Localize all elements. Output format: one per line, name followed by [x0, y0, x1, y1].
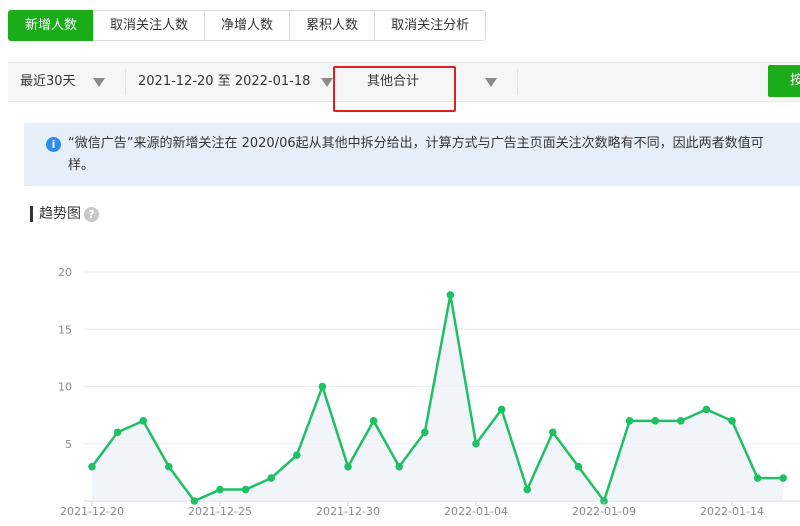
data-point [523, 485, 531, 494]
data-point [241, 485, 250, 494]
data-point [472, 439, 480, 448]
data-point [113, 428, 122, 437]
notice-text: “微信广告”来源的新增关注在 2020/06起从其他中拆分给出，计算方式与广告主… [68, 133, 800, 177]
action-button[interactable]: 按 [768, 65, 800, 97]
data-point [677, 417, 685, 425]
data-point [344, 462, 352, 471]
notice-banner: i “微信广告”来源的新增关注在 2020/06起从其他中拆分给出，计算方式与广… [24, 123, 800, 186]
divider [125, 69, 126, 95]
x-tick-label: 2022-01-14 [700, 505, 764, 518]
caret-down-icon[interactable] [321, 78, 333, 87]
data-point [702, 405, 711, 414]
tab-net-growth[interactable]: 净增人数 [204, 10, 291, 41]
notice-line-1: “微信广告”来源的新增关注在 2020/06起从其他中拆分给出，计算方式与广告主… [68, 136, 764, 151]
data-point [267, 474, 276, 482]
notice-line-2: 样。 [68, 158, 95, 173]
tab-new-followers[interactable]: 新增人数 [8, 10, 95, 41]
data-point [779, 474, 787, 482]
tab-unfollow-analysis[interactable]: 取消关注分析 [374, 10, 487, 41]
y-tick-label: 20 [58, 266, 72, 279]
y-tick-label: 10 [58, 381, 72, 394]
x-tick-label: 2021-12-20 [60, 505, 124, 518]
caret-down-icon[interactable] [485, 78, 497, 87]
date-range-picker[interactable]: 2021-12-20 至 2022-01-18 [138, 63, 310, 101]
x-tick-label: 2022-01-04 [444, 505, 508, 518]
data-point [497, 405, 506, 414]
data-point [728, 417, 736, 425]
x-tick-label: 2022-01-09 [572, 505, 636, 518]
y-tick-label: 5 [65, 438, 72, 451]
metric-tabs: 新增人数 取消关注人数 净增人数 累积人数 取消关注分析 [8, 10, 487, 41]
caret-down-icon[interactable] [93, 78, 105, 87]
data-point [216, 485, 224, 494]
tab-unfollowers[interactable]: 取消关注人数 [93, 10, 206, 41]
tab-cumulative[interactable]: 累积人数 [289, 10, 376, 41]
data-point [651, 417, 659, 425]
divider [517, 69, 518, 95]
data-point [88, 462, 96, 471]
data-point [139, 417, 147, 425]
trend-chart: 5 10 15 20 2021-12-20 2021-12-25 2021-12-30 202… [58, 266, 800, 518]
data-point [753, 474, 762, 482]
data-point [293, 451, 301, 459]
data-point [318, 382, 327, 391]
x-tick-label: 2021-12-25 [188, 505, 252, 518]
data-point [574, 462, 583, 471]
section-title: 趋势图 [30, 206, 81, 222]
date-range-label: 2021-12-20 至 2022-01-18 [138, 74, 311, 89]
period-select[interactable]: 最近30天 [20, 63, 76, 101]
x-tick-label: 2021-12-30 [316, 505, 380, 518]
data-point [190, 497, 199, 505]
info-icon: i [46, 137, 61, 152]
question-icon[interactable]: ? [84, 207, 99, 222]
highlight-box [333, 66, 456, 112]
data-point [165, 462, 173, 471]
data-point [446, 291, 455, 299]
series-area [92, 294, 784, 501]
data-point [625, 417, 634, 425]
data-point [395, 462, 404, 471]
data-point [421, 428, 429, 437]
y-tick-label: 15 [58, 323, 72, 336]
period-select-label: 最近30天 [20, 74, 76, 89]
data-point [549, 428, 557, 437]
data-point [369, 417, 378, 425]
